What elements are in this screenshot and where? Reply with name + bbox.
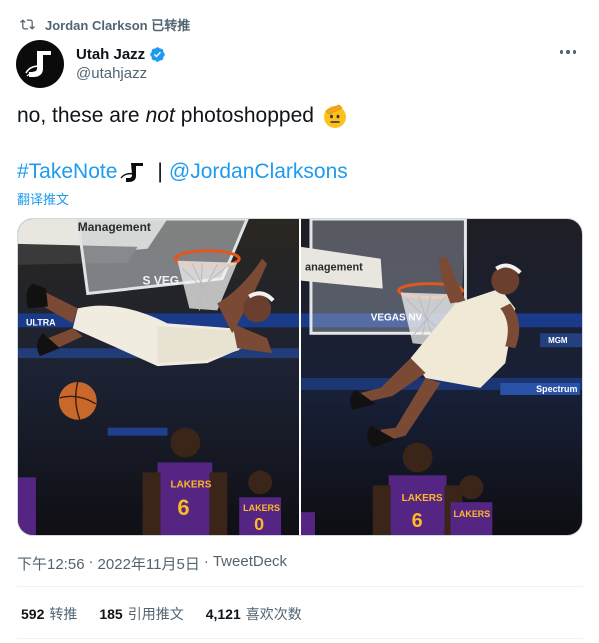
- jazz-hashtag-emoji-icon: [120, 163, 144, 182]
- more-dot-icon: [566, 50, 570, 54]
- author-handle[interactable]: @utahjazz: [76, 65, 166, 82]
- divider: [17, 586, 583, 587]
- meta-dot: ·: [203, 553, 209, 570]
- photo-right-board-text: VEGAS NV: [371, 312, 423, 323]
- stat-retweets-count: 592: [21, 606, 45, 622]
- more-options-button[interactable]: [555, 42, 581, 62]
- retweet-indicator[interactable]: Jordan Clarkson 已转推: [20, 14, 190, 34]
- photo-right[interactable]: LAKERS 6 LAKERS anagement VEGAS NV MGM S…: [301, 219, 582, 535]
- tweet-header: Utah Jazz @utahjazz: [16, 40, 583, 88]
- svg-text:LAKERS: LAKERS: [243, 503, 280, 513]
- hashtag-link[interactable]: #TakeNote: [17, 158, 117, 186]
- stat-likes-label: 喜欢次数: [245, 606, 302, 622]
- jazz-logo-icon: [25, 51, 51, 77]
- saluting-face-emoji-icon: [323, 104, 346, 128]
- dunk-photo-left: LAKERS 6 LAKERS 0 Management ULTRA S VEG: [18, 219, 299, 535]
- svg-text:S VEG: S VEG: [143, 274, 180, 288]
- avatar[interactable]: [16, 40, 64, 88]
- svg-text:LAKERS: LAKERS: [170, 479, 211, 490]
- stat-quotes-label: 引用推文: [127, 606, 184, 622]
- tweet-text: no, these are not photoshopped: [17, 102, 349, 130]
- svg-text:0: 0: [254, 514, 264, 534]
- svg-text:LAKERS: LAKERS: [453, 509, 490, 519]
- photo-left[interactable]: LAKERS 6 LAKERS 0 Management ULTRA S VEG: [18, 219, 299, 535]
- dunk-photo-right: LAKERS 6 LAKERS anagement VEGAS NV MGM S…: [301, 219, 582, 535]
- stat-likes-count: 4,121: [205, 606, 241, 622]
- photo-left-board-text: ULTRA: [26, 317, 56, 327]
- svg-text:6: 6: [412, 510, 423, 532]
- photo-left-banner-text: Management: [78, 220, 151, 234]
- author-names: Utah Jazz @utahjazz: [76, 46, 166, 82]
- retweet-icon: [20, 18, 35, 30]
- svg-text:LAKERS: LAKERS: [402, 493, 443, 504]
- tweet-stats: 592 转推 185 引用推文 4,121 喜欢次数: [21, 604, 302, 624]
- verified-badge-icon: [150, 47, 165, 62]
- tweet-text-italic: not: [145, 104, 175, 127]
- retweet-text: Jordan Clarkson 已转推: [45, 17, 191, 33]
- stat-quotes-count: 185: [99, 606, 123, 622]
- tweet-time[interactable]: 下午12:56: [17, 553, 85, 574]
- tweet-media: LAKERS 6 LAKERS 0 Management ULTRA S VEG: [17, 218, 583, 536]
- svg-text:6: 6: [177, 495, 189, 520]
- svg-text:MGM: MGM: [548, 336, 568, 345]
- translate-tweet-link[interactable]: 翻译推文: [17, 189, 69, 208]
- separator: |: [157, 160, 163, 183]
- svg-text:Spectrum: Spectrum: [536, 384, 577, 394]
- stat-retweets-label: 转推: [49, 606, 78, 622]
- stat-quotes[interactable]: 185 引用推文: [99, 604, 183, 624]
- display-name-row: Utah Jazz: [76, 46, 166, 63]
- tweet-date[interactable]: 2022年11月5日: [98, 553, 200, 574]
- mention-link[interactable]: @JordanClarksons: [169, 158, 348, 186]
- more-dot-icon: [559, 50, 564, 54]
- tweet-text-before: no, these are: [17, 104, 140, 127]
- tweet-source[interactable]: TweetDeck: [213, 553, 287, 574]
- tweet-links-line: #TakeNote | @JordanClarksons: [17, 158, 348, 186]
- stat-likes[interactable]: 4,121 喜欢次数: [206, 604, 302, 624]
- meta-dot: ·: [88, 553, 94, 570]
- divider: [17, 638, 583, 639]
- more-dot-icon: [572, 50, 577, 54]
- stat-retweets[interactable]: 592 转推: [21, 604, 77, 624]
- tweet-meta: 下午12:56 · 2022年11月5日 · TweetDeck: [17, 553, 287, 574]
- tweet-text-after: photoshopped: [180, 104, 314, 127]
- photo-right-banner-text: anagement: [305, 262, 363, 274]
- display-name[interactable]: Utah Jazz: [76, 46, 145, 63]
